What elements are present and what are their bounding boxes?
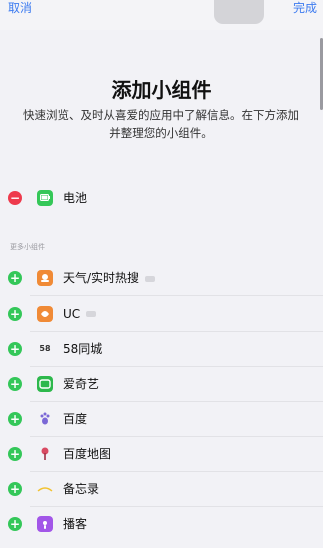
baidu-paw-icon <box>37 411 53 427</box>
notes-icon <box>37 481 53 497</box>
widget-row-iqiyi: + 爱奇艺 <box>0 366 323 401</box>
add-widget-button[interactable]: + <box>8 411 22 426</box>
add-widget-button[interactable]: + <box>8 516 22 531</box>
widget-row-weather: + 天气/实时热搜 <box>0 260 323 295</box>
widget-row-58: + 58 58同城 <box>0 331 323 366</box>
add-widget-button[interactable]: + <box>8 306 22 321</box>
done-button[interactable]: 完成 <box>293 0 317 16</box>
widget-row-podcasts: + 播客 <box>0 506 323 541</box>
weather-app-icon <box>37 269 53 286</box>
add-widget-button[interactable]: + <box>8 376 22 391</box>
widget-name: 百度 <box>63 412 88 426</box>
add-widget-button[interactable]: + <box>8 446 22 461</box>
widget-name: 58同城 <box>63 342 103 356</box>
widget-row-notes: + 备忘录 <box>0 471 323 506</box>
add-widget-button[interactable]: + <box>8 270 22 285</box>
page-subtitle: 快速浏览、及时从喜爱的应用中了解信息。在下方添加并整理您的小组件。 <box>23 108 299 140</box>
top-bar: 取消 完成 <box>0 0 323 30</box>
widget-name: 爱奇艺 <box>63 377 100 391</box>
widget-name: 天气/实时热搜 <box>63 269 156 286</box>
widget-name: 播客 <box>63 517 88 531</box>
page-title: 添加小组件 <box>111 78 212 102</box>
baidu-map-pin-icon <box>37 446 53 462</box>
widget-row-uc: + UC <box>0 296 323 331</box>
widget-row-baidu: + 百度 <box>0 401 323 436</box>
uc-browser-icon <box>37 305 53 322</box>
more-widgets-section-label: 更多小组件 <box>10 243 45 251</box>
widget-row-baidu-map: + 百度地图 <box>0 436 323 471</box>
add-widget-button[interactable]: + <box>8 341 22 356</box>
58-tongcheng-icon: 58 <box>39 344 51 353</box>
iqiyi-icon <box>37 375 53 392</box>
widget-name: 备忘录 <box>63 482 100 496</box>
widget-name: 电池 <box>63 191 88 205</box>
battery-icon <box>37 189 53 206</box>
cancel-button[interactable]: 取消 <box>8 0 32 16</box>
widget-preview-thumbnail <box>214 0 264 24</box>
remove-widget-button[interactable]: − <box>8 190 22 205</box>
widget-row-battery: − 电池 <box>0 180 323 215</box>
widget-name: UC <box>63 307 97 321</box>
add-widget-button[interactable]: + <box>8 481 22 496</box>
sub-icon <box>145 275 156 282</box>
widget-name: 百度地图 <box>63 447 112 461</box>
sub-icon <box>86 311 97 317</box>
podcasts-icon <box>37 515 53 532</box>
